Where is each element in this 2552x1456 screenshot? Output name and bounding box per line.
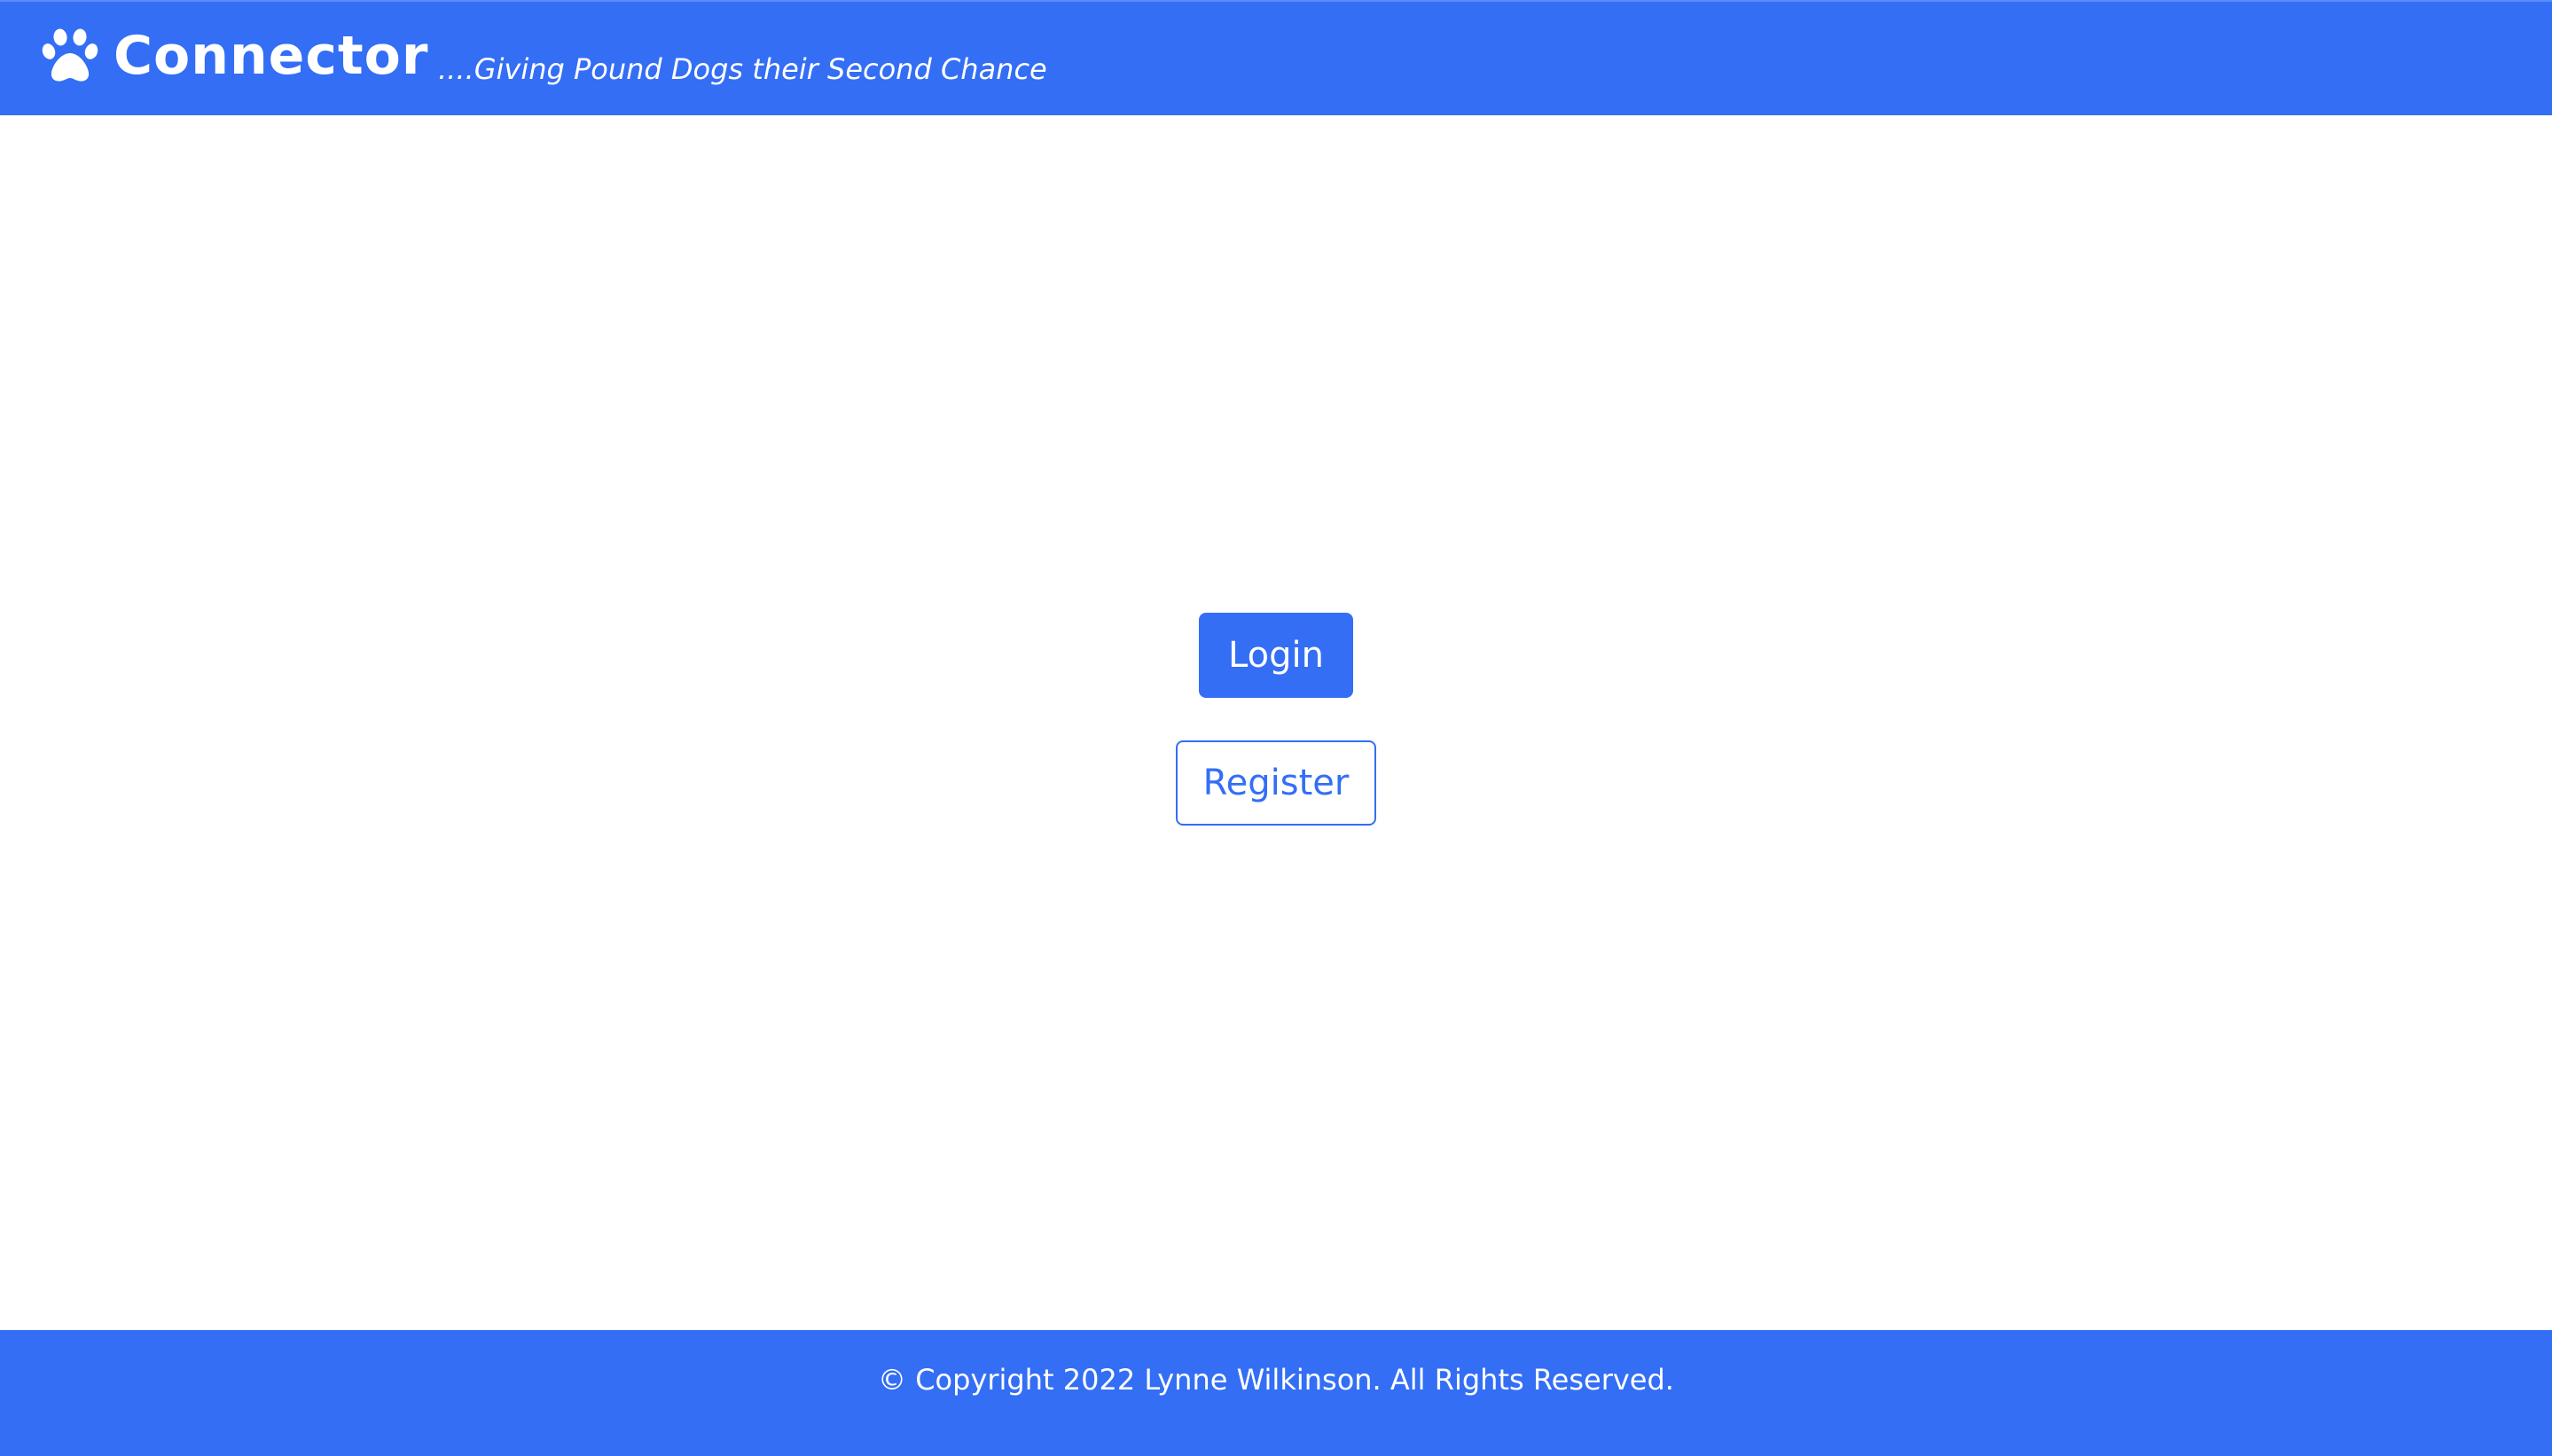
footer: © Copyright 2022 Lynne Wilkinson. All Ri…: [0, 1330, 2552, 1456]
brand-link[interactable]: Connector: [41, 25, 428, 87]
brand-name: Connector: [114, 25, 429, 87]
login-button[interactable]: Login: [1199, 613, 1353, 698]
page: Connector ....Giving Pound Dogs their Se…: [0, 0, 2552, 1456]
top-navbar: Connector ....Giving Pound Dogs their Se…: [0, 0, 2552, 115]
main-content: Login Register: [0, 115, 2552, 1330]
copyright-text: © Copyright 2022 Lynne Wilkinson. All Ri…: [878, 1363, 1674, 1397]
register-button[interactable]: Register: [1176, 740, 1376, 826]
tagline: ....Giving Pound Dogs their Second Chanc…: [438, 52, 1047, 86]
paw-icon: [42, 28, 98, 82]
